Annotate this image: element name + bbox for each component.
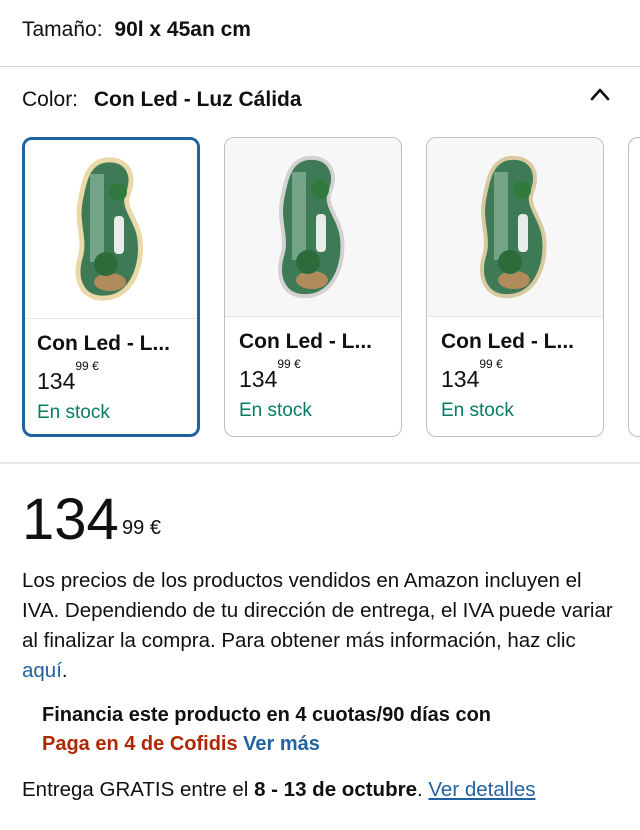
option-price: 13499 € [239,357,301,392]
option-price: 13499 € [37,359,99,394]
mirror-image [480,155,547,299]
color-selector-header[interactable]: Color: Con Led - Luz Cálida [22,88,302,112]
size-label: Tamaño: [22,18,103,41]
delivery-dates: 8 - 13 de octubre [254,778,417,801]
option-stock: En stock [37,402,110,423]
divider [0,66,640,67]
color-option-card-partial[interactable] [628,137,640,437]
color-option-card[interactable]: Con Led - L... 13499 € En stock [426,137,604,437]
product-thumbnail [427,138,603,317]
color-label: Color: [22,88,79,111]
financing-more-link[interactable]: Ver más [243,733,320,755]
color-option-card[interactable]: Con Led - L... 13499 € En stock [224,137,402,437]
tax-info-link[interactable]: aquí [22,659,62,682]
size-value: 90l x 45an cm [114,18,251,41]
product-thumbnail [25,140,197,319]
option-name: Con Led - L... [239,330,372,353]
option-name: Con Led - L... [441,330,574,353]
product-thumbnail [225,138,401,317]
color-options-carousel: Con Led - L... 13499 € En stock Con Led … [22,137,640,442]
financing-offer: Financia este producto en 4 cuotas/90 dí… [42,701,491,759]
option-stock: En stock [239,400,312,421]
price-whole: 134 [22,487,119,552]
option-price: 13499 € [441,357,503,392]
delivery-details-link[interactable]: Ver detalles [428,778,535,801]
size-selector: Tamaño: 90l x 45an cm [22,18,251,42]
chevron-up-icon[interactable] [588,84,612,104]
option-name: Con Led - L... [37,332,170,355]
mirror-image [75,157,143,301]
tax-notice: Los precios de los productos vendidos en… [22,569,613,682]
main-price: 134 99 € [22,487,161,552]
section-divider [0,462,640,464]
color-value: Con Led - Luz Cálida [93,88,302,111]
option-stock: En stock [441,400,514,421]
financing-brand: Paga en 4 de Cofidis [42,733,238,755]
color-option-card[interactable]: Con Led - L... 13499 € En stock [22,137,200,437]
price-fraction: 99 € [122,517,161,539]
financing-text: Financia este producto en 4 cuotas/90 dí… [42,704,492,726]
mirror-image [278,155,345,299]
delivery-info: Entrega GRATIS entre el 8 - 13 de octubr… [22,778,536,801]
